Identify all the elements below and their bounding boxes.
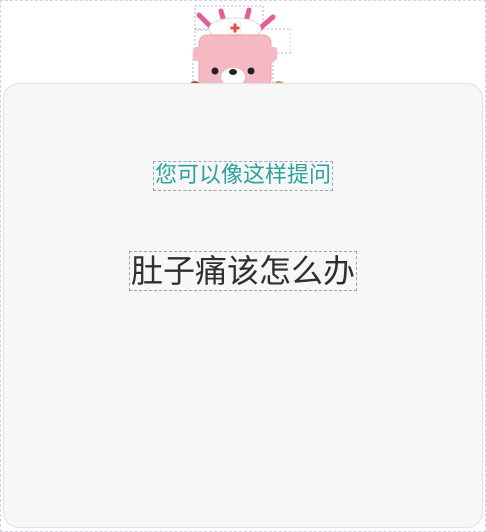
example-prompt-card: 您可以像这样提问 肚子痛该怎么办 xyxy=(3,83,483,528)
app-frame: 您可以像这样提问 肚子痛该怎么办 xyxy=(0,0,486,532)
hint-heading: 您可以像这样提问 xyxy=(4,161,482,191)
nurse-bear-mascot-icon xyxy=(191,5,291,87)
example-question[interactable]: 肚子痛该怎么办 xyxy=(128,251,358,291)
hint-text: 您可以像这样提问 xyxy=(152,161,334,191)
example-question-row: 肚子痛该怎么办 xyxy=(4,251,482,291)
